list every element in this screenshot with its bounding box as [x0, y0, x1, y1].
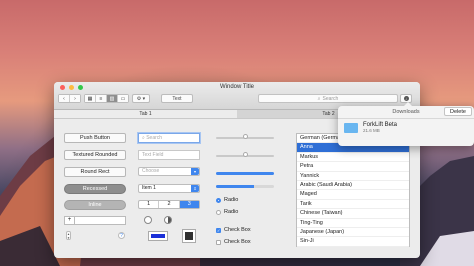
list-item[interactable]: Petra	[297, 162, 409, 172]
radio-1[interactable]	[216, 198, 221, 203]
slider-knob-1[interactable]	[243, 134, 248, 139]
window-title: Window Title	[219, 84, 254, 90]
downloads-popover: Downloads Delete ForkLift Beta 21.6 MB	[338, 102, 474, 146]
search-icon: ⌕	[317, 95, 321, 102]
list-group-header: Arabic (Saudi Arabia)	[297, 181, 409, 191]
radio-1-label: Radio	[224, 197, 239, 203]
list-item[interactable]: Ting-Ting	[297, 219, 409, 228]
segment-2[interactable]: 2	[159, 201, 180, 208]
list-item[interactable]: Yannick	[297, 172, 409, 181]
combo-placeholder: Choose	[142, 168, 160, 174]
chevron-down-icon: ▾	[191, 168, 199, 175]
plus-button[interactable]: +	[65, 217, 75, 224]
search-field[interactable]: ⌕ Search	[138, 133, 200, 143]
list-group-header: Japanese (Japan)	[297, 228, 409, 238]
color-well[interactable]	[148, 231, 168, 241]
search-field-placeholder: Search	[146, 135, 163, 141]
nav-segment: ‹ ›	[58, 94, 81, 103]
download-icon: ↓	[403, 96, 409, 101]
view-segment: ▦ ≡ ▥ ▭	[84, 94, 129, 103]
progress-fill-1	[216, 172, 274, 175]
text-field[interactable]: Text Field	[138, 150, 200, 160]
folder-icon	[344, 122, 358, 133]
inline-button[interactable]: Inline	[64, 200, 126, 210]
back-button[interactable]: ‹	[59, 95, 70, 102]
list-icon[interactable]: ≡	[96, 95, 107, 102]
popup-value: Item 1	[142, 185, 156, 191]
push-button[interactable]: Push Button	[64, 133, 126, 143]
checkbox-1[interactable]: ✓	[216, 228, 221, 233]
toolbar: ‹ › ▦ ≡ ▥ ▭ ⚙ ▾ Text ⌕ Search ↓	[58, 93, 416, 104]
download-item[interactable]: ForkLift Beta 21.6 MB	[344, 122, 397, 133]
progress-bar-2	[216, 185, 274, 188]
image-well[interactable]	[182, 229, 196, 243]
round-rect-button[interactable]: Round Rect	[64, 167, 126, 177]
delete-button[interactable]: Delete	[444, 107, 472, 116]
list-item[interactable]: Markus	[297, 153, 409, 163]
progress-fill-2	[216, 185, 254, 188]
help-button[interactable]: ?	[118, 232, 125, 239]
columns-icon[interactable]: ▥	[107, 95, 118, 102]
recessed-button[interactable]: Recessed	[64, 184, 126, 194]
contrast-icon	[164, 216, 172, 224]
download-size: 21.6 MB	[363, 128, 380, 133]
checkbox-2[interactable]	[216, 240, 221, 245]
forward-button[interactable]: ›	[70, 95, 80, 102]
grid-icon[interactable]: ▦	[85, 95, 96, 102]
gradient-button-bar: +	[64, 216, 126, 225]
checkbox-1-label: Check Box	[224, 227, 251, 233]
slider-knob-2[interactable]	[243, 152, 248, 157]
segmented-control: 1 2 3	[138, 200, 200, 209]
popover-header: Downloads Delete	[338, 106, 474, 119]
dark-swatch	[185, 232, 193, 240]
tab-1[interactable]: Tab 1	[54, 110, 237, 118]
checkbox-2-label: Check Box	[224, 239, 251, 245]
list-item[interactable]: Sin-Ji	[297, 237, 409, 247]
updown-arrows-icon: ⇕	[191, 185, 199, 192]
radio-2[interactable]	[216, 210, 221, 215]
list-group-header: Chinese (Taiwan)	[297, 209, 409, 219]
action-button[interactable]: ⚙ ▾	[132, 94, 150, 103]
stepper[interactable]: ▴ ▾	[66, 231, 71, 240]
segment-1[interactable]: 1	[139, 201, 160, 208]
voice-list[interactable]: German (Germany) Anna Markus Petra Yanni…	[296, 133, 410, 247]
textured-rounded-button[interactable]: Textured Rounded	[64, 150, 126, 160]
segment-3[interactable]: 3	[179, 201, 199, 208]
download-item-text: ForkLift Beta 21.6 MB	[363, 122, 397, 133]
coverflow-icon[interactable]: ▭	[118, 95, 128, 102]
toolbar-search-placeholder: Search	[322, 95, 339, 102]
progress-bar-1	[216, 172, 274, 175]
knob-icon[interactable]	[144, 216, 152, 224]
popup-button[interactable]: Item 1 ⇕	[138, 184, 200, 193]
list-item[interactable]: Tarik	[297, 200, 409, 210]
radio-2-label: Radio	[224, 209, 239, 215]
color-swatch	[151, 234, 165, 238]
text-button[interactable]: Text	[161, 94, 193, 103]
toolbar-search-field[interactable]: ⌕ Search	[258, 94, 398, 103]
list-item[interactable]: Maged	[297, 190, 409, 200]
combo-box[interactable]: Choose ▾	[138, 167, 200, 176]
